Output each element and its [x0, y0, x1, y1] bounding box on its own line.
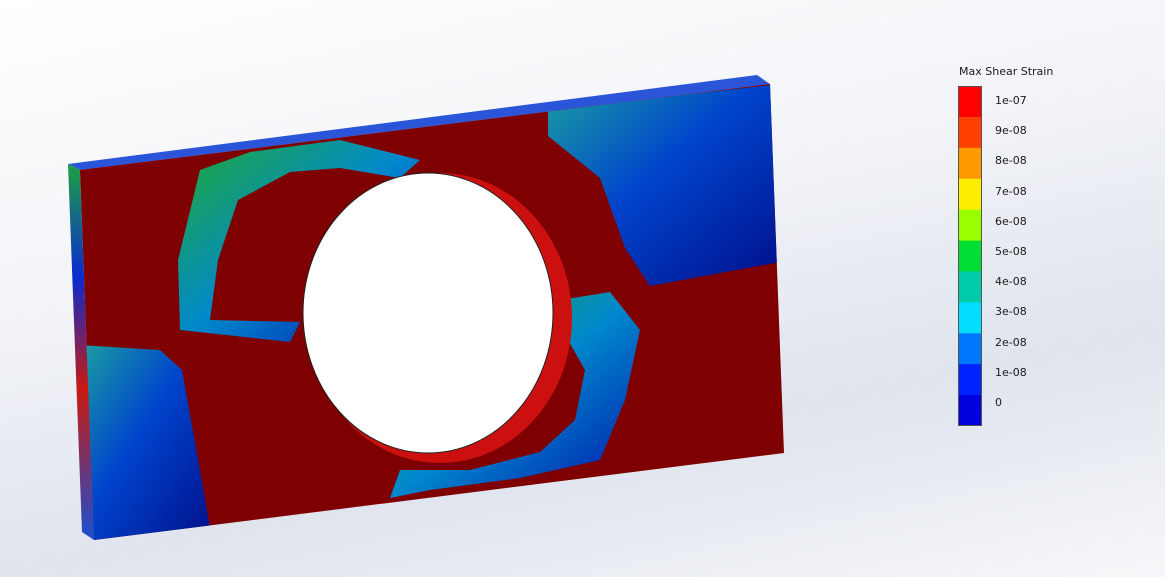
legend-label: 8e-08	[995, 154, 1027, 168]
legend-swatch	[958, 364, 982, 396]
legend-label: 1e-07	[995, 94, 1027, 107]
legend-swatch	[958, 302, 982, 334]
legend-swatch	[958, 147, 982, 180]
legend-swatch	[958, 209, 982, 242]
legend-swatch	[958, 395, 982, 426]
legend-color-bar	[958, 86, 982, 426]
legend-label: 6e-08	[995, 214, 1027, 228]
legend-label: 2e-08	[995, 335, 1027, 349]
legend-label: 4e-08	[995, 275, 1027, 289]
legend-swatch	[958, 116, 982, 149]
legend-label: 0	[995, 396, 1002, 409]
legend-swatch	[958, 178, 982, 211]
legend-swatch	[958, 271, 982, 303]
legend-swatch	[958, 240, 982, 272]
legend-swatch	[958, 86, 982, 118]
hole-opening	[302, 172, 554, 454]
legend-title: Max Shear Strain	[959, 65, 1054, 78]
legend-label: 7e-08	[995, 184, 1027, 198]
legend-label: 9e-08	[995, 124, 1027, 138]
legend-label: 3e-08	[995, 305, 1027, 319]
legend-label: 5e-08	[995, 245, 1027, 258]
graphics-viewport[interactable]: Max Shear Strain 1e-07 9e-08 8e-08 7e-08 6e-…	[0, 0, 1165, 577]
color-legend: Max Shear Strain 1e-07 9e-08 8e-08 7e-08 6e-…	[955, 64, 1095, 434]
legend-label: 1e-08	[995, 365, 1027, 379]
legend-swatch	[958, 333, 982, 365]
